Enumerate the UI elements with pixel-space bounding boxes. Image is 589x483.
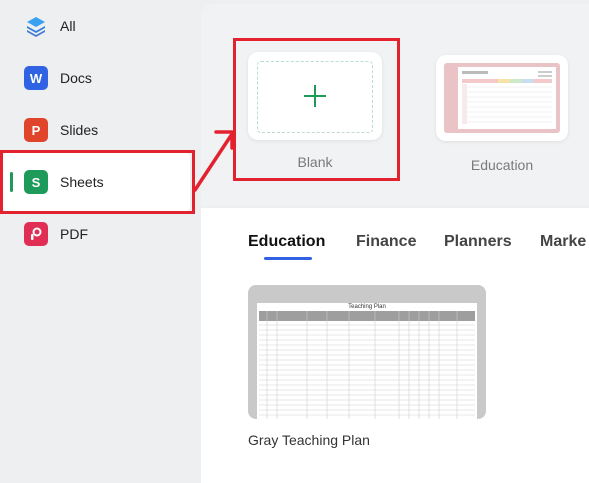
tab-finance[interactable]: Finance [356,233,416,251]
layers-icon [24,14,48,38]
active-tab-underline [264,257,312,260]
sidebar-item-label: Docs [60,70,92,86]
education-thumbnail [444,63,560,133]
pdf-icon [24,222,48,246]
blank-highlight-box [233,38,400,181]
sheets-highlight-box [0,150,195,214]
education-template-label: Education [470,157,534,173]
sidebar-item-all[interactable]: All [0,0,200,52]
sidebar-item-docs[interactable]: W Docs [0,52,200,104]
sidebar-item-label: All [60,18,76,34]
slides-icon: P [24,118,48,142]
tab-marketing[interactable]: Marke [540,233,586,251]
education-thumbnail-sheet [458,67,556,129]
sidebar-item-pdf[interactable]: PDF [0,208,200,260]
education-template-card[interactable] [436,55,568,141]
docs-icon: W [24,66,48,90]
gray-teaching-plan-label: Gray Teaching Plan [248,432,370,448]
gray-teaching-plan-card[interactable]: Teaching Plan [248,285,486,419]
tab-education[interactable]: Education [248,233,325,251]
sidebar: All W Docs P Slides S Sheets PDF [0,0,200,483]
teaching-plan-thumbnail: Teaching Plan [257,303,477,419]
tab-planners[interactable]: Planners [444,233,512,251]
sidebar-item-label: Slides [60,122,99,138]
sidebar-item-label: PDF [60,226,88,242]
red-arrow-annotation [193,130,234,192]
sidebar-item-slides[interactable]: P Slides [0,104,200,156]
